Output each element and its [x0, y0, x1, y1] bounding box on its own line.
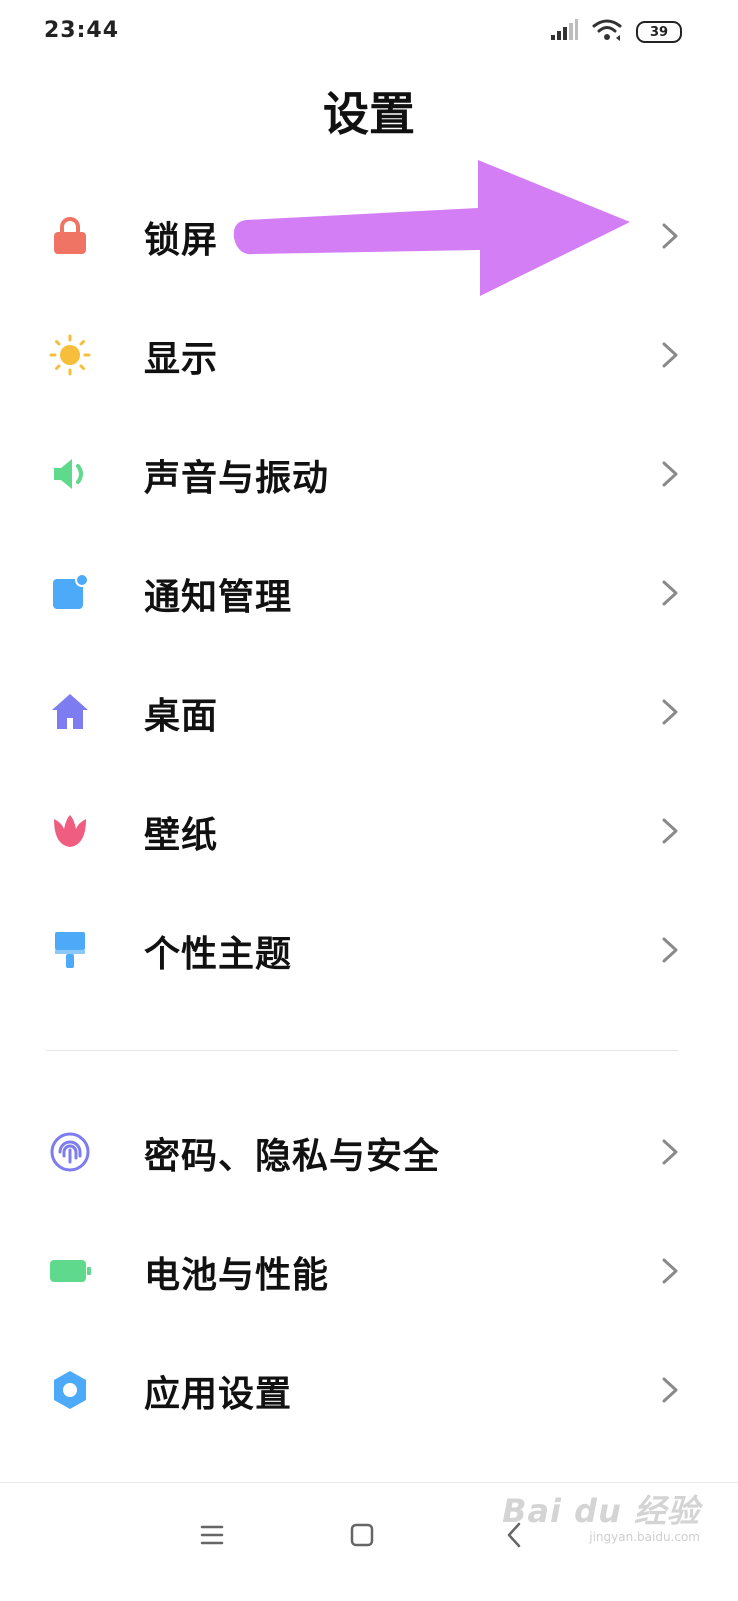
settings-item-label: 个性主题 [144, 934, 293, 975]
chevron-right-icon [660, 1373, 680, 1407]
watermark-main: Bai du 经验 [502, 1492, 700, 1530]
chevron-right-icon [660, 695, 680, 729]
settings-item-themes[interactable]: 个性主题 [0, 895, 738, 1005]
gear-icon [48, 1368, 92, 1412]
sun-icon [48, 333, 92, 377]
lock-icon [48, 214, 92, 258]
watermark-sub: jingyan.baidu.com [589, 1530, 700, 1544]
settings-item-label: 声音与振动 [144, 458, 330, 499]
home-icon [48, 690, 92, 734]
settings-item-label: 应用设置 [144, 1374, 293, 1415]
fingerprint-icon [48, 1130, 92, 1174]
settings-item-label: 通知管理 [144, 577, 293, 618]
settings-item-home-screen[interactable]: 桌面 [0, 657, 738, 767]
settings-item-label: 显示 [144, 339, 219, 380]
settings-item-notifications[interactable]: 通知管理 [0, 538, 738, 648]
settings-item-display[interactable]: 显示 [0, 300, 738, 410]
nav-bar: Bai du 经验 jingyan.baidu.com [0, 1482, 738, 1601]
settings-item-label: 电池与性能 [144, 1255, 330, 1296]
settings-item-privacy-security[interactable]: 密码、隐私与安全 [0, 1097, 738, 1207]
chevron-right-icon [660, 576, 680, 610]
chevron-right-icon [660, 338, 680, 372]
home-button[interactable] [334, 1509, 390, 1565]
tulip-icon [48, 809, 92, 853]
paintbrush-icon [48, 928, 92, 972]
battery-green-icon [48, 1249, 92, 1293]
settings-item-wallpaper[interactable]: 壁纸 [0, 776, 738, 886]
settings-item-label: 锁屏 [144, 220, 219, 261]
settings-item-app-settings[interactable]: 应用设置 [0, 1335, 738, 1445]
menu-icon [199, 1524, 225, 1550]
baidu-watermark: Bai du 经验 jingyan.baidu.com [502, 1495, 700, 1543]
settings-item-sound-vibration[interactable]: 声音与振动 [0, 419, 738, 529]
chevron-right-icon [660, 1254, 680, 1288]
settings-item-label: 壁纸 [144, 815, 219, 856]
settings-item-label: 桌面 [144, 696, 219, 737]
section-divider [46, 1050, 678, 1051]
chevron-right-icon [660, 814, 680, 848]
home-square-icon [349, 1522, 375, 1552]
chevron-right-icon [660, 457, 680, 491]
settings-item-lock-screen[interactable]: 锁屏 [0, 181, 738, 291]
settings-item-battery-performance[interactable]: 电池与性能 [0, 1216, 738, 1326]
chevron-right-icon [660, 933, 680, 967]
speaker-icon [48, 452, 92, 496]
settings-item-label: 密码、隐私与安全 [144, 1136, 441, 1177]
notification-icon [48, 571, 92, 615]
menu-button[interactable] [184, 1509, 240, 1565]
chevron-right-icon [660, 1135, 680, 1169]
settings-list: 锁屏 显示 声音与振动 通知管理 桌面 壁纸 个性主题 密码、隐私与安全 电池与… [0, 0, 738, 1600]
chevron-right-icon [660, 219, 680, 253]
